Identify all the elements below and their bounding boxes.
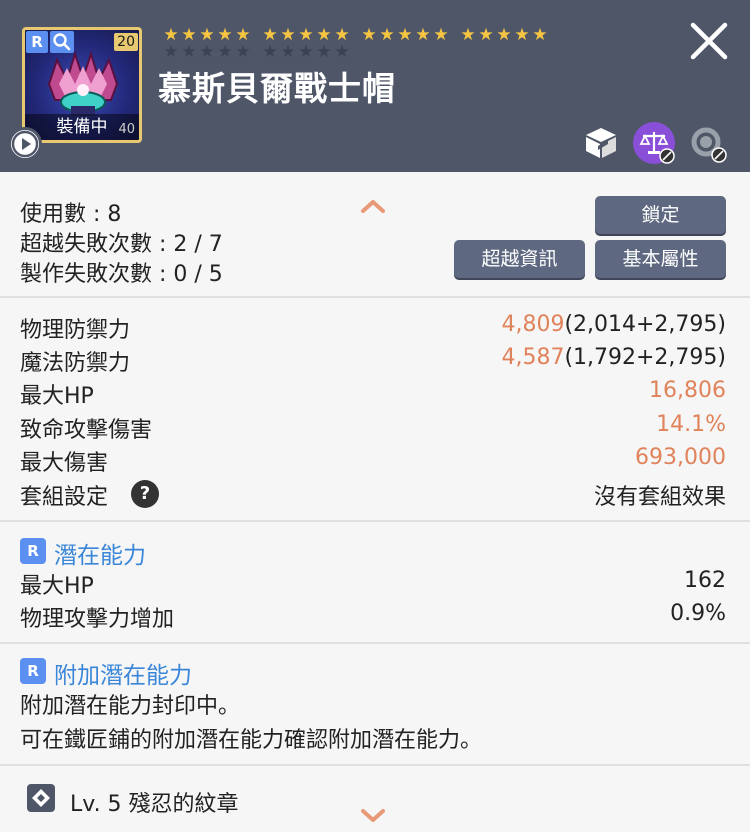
stat-value-breakdown: (2,014+2,795) [564, 312, 726, 337]
stat-value: 16,806 [649, 378, 726, 403]
stat-label: 致命攻擊傷害 [20, 418, 153, 443]
potential-label: 最大HP [20, 574, 94, 599]
emblem-label: Lv. 5 殘忍的紋章 [70, 792, 239, 817]
additional-potential-rank-tag: R [20, 658, 46, 684]
cube-share-icon[interactable] [580, 122, 622, 164]
stat-value: 4,587(1,792+2,795) [501, 345, 726, 370]
chevron-up-icon[interactable] [360, 198, 386, 214]
star-force-row-2: ★ ★ ★ ★ ★ ★ ★ ★ ★ ★ [162, 42, 351, 62]
star-empty-icon: ★ [280, 42, 296, 62]
star-empty-icon: ★ [316, 42, 332, 62]
stat-value: 14.1% [656, 412, 726, 437]
star-empty-icon: ★ [262, 42, 278, 62]
star-filled-icon: ★ [496, 25, 512, 45]
additional-potential-title: 附加潛在能力 [54, 663, 192, 689]
star-filled-icon: ★ [397, 25, 413, 45]
stat-value: 693,000 [635, 445, 726, 470]
star-filled-icon: ★ [532, 25, 548, 45]
additional-potential-section: R 附加潛在能力 附加潛在能力封印中。 可在鐵匠鋪的附加潛在能力確認附加潛在能力… [0, 644, 750, 764]
potential-value: 0.9% [670, 601, 726, 626]
star-empty-icon: ★ [334, 42, 350, 62]
item-header: R 20 裝備中 40 ★ ★ ★ ★ ★ ★ ★ ★ ★ ★ ★ ★ ★ ★ ★ ★ ★ ★ ★ ★ ★ ★ ★ ★ ★ ★ ★… [0, 0, 750, 172]
stat-label: 魔法防禦力 [20, 351, 131, 376]
transcend-fail-count: 超越失敗次數 : 2 / 7 [20, 232, 223, 257]
close-button[interactable] [688, 20, 730, 62]
stats-section: 物理防禦力 4,809(2,014+2,795) 魔法防禦力 4,587(1,7… [0, 298, 750, 520]
stat-value-total: 4,809 [501, 312, 565, 337]
emblem-icon [27, 784, 55, 812]
craft-fail-count: 製作失敗次數 : 0 / 5 [20, 262, 223, 287]
item-title: 慕斯貝爾戰士帽 [158, 69, 396, 108]
play-button[interactable] [8, 127, 42, 161]
stat-label: 最大HP [20, 384, 94, 409]
stat-value-total: 4,587 [501, 345, 565, 370]
helmet-icon [47, 50, 119, 116]
star-empty-icon: ★ [163, 42, 179, 62]
star-empty-icon: ★ [298, 42, 314, 62]
chevron-down-icon[interactable] [360, 808, 386, 824]
level-badge: 20 [114, 33, 138, 51]
star-filled-icon: ★ [433, 25, 449, 45]
additional-potential-hint-text: 可在鐵匠鋪的附加潛在能力確認附加潛在能力。 [20, 728, 483, 753]
help-icon[interactable]: ? [131, 480, 159, 508]
star-empty-icon: ★ [235, 42, 251, 62]
lock-button[interactable]: 鎖定 [595, 196, 726, 234]
stat-label: 最大傷害 [20, 451, 109, 476]
potential-section: R 潛在能力 最大HP 162 物理攻擊力增加 0.9% [0, 522, 750, 642]
base-attributes-button[interactable]: 基本屬性 [595, 240, 726, 278]
uses-count: 使用數 : 8 [20, 202, 122, 227]
potential-value: 162 [684, 568, 726, 593]
star-filled-icon: ★ [379, 25, 395, 45]
star-empty-icon: ★ [217, 42, 233, 62]
star-empty-icon: ★ [181, 42, 197, 62]
stat-label: 物理防禦力 [20, 318, 131, 343]
scale-icon[interactable] [633, 122, 675, 164]
item-icon-frame[interactable]: R 20 裝備中 40 [22, 27, 142, 143]
usage-section: 使用數 : 8 超越失敗次數 : 2 / 7 製作失敗次數 : 0 / 5 鎖定… [0, 172, 750, 296]
star-filled-icon: ★ [361, 25, 377, 45]
close-icon [690, 22, 728, 60]
potential-title: 潛在能力 [54, 543, 146, 569]
star-filled-icon: ★ [514, 25, 530, 45]
set-effect-value: 沒有套組效果 [593, 485, 726, 510]
set-setting-label: 套組設定 [20, 485, 109, 510]
star-filled-icon: ★ [460, 25, 476, 45]
stat-value: 4,809(2,014+2,795) [501, 312, 726, 337]
stat-value-breakdown: (1,792+2,795) [564, 345, 726, 370]
transcend-info-button[interactable]: 超越資訊 [454, 240, 585, 278]
star-filled-icon: ★ [415, 25, 431, 45]
additional-potential-sealed-text: 附加潛在能力封印中。 [20, 694, 241, 719]
potential-label: 物理攻擊力增加 [20, 607, 175, 632]
star-filled-icon: ★ [478, 25, 494, 45]
equipped-subvalue: 40 [118, 122, 135, 137]
refresh-disabled-icon[interactable] [686, 122, 728, 164]
potential-rank-tag: R [20, 538, 46, 564]
star-empty-icon: ★ [199, 42, 215, 62]
